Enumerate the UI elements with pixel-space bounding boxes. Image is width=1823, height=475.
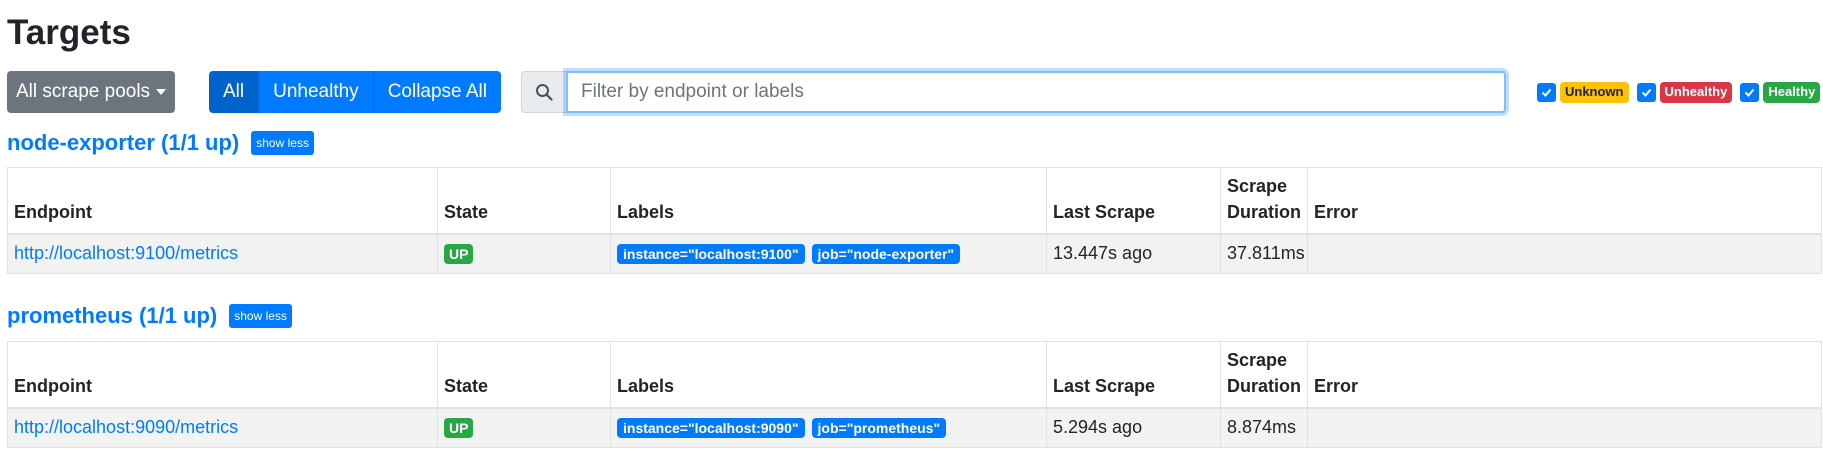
search-group xyxy=(521,71,1506,113)
endpoint-link[interactable]: http://localhost:9100/metrics xyxy=(14,243,238,263)
state-cell: UP xyxy=(437,233,611,274)
label-badge: job="node-exporter" xyxy=(811,244,961,265)
label-badge: instance="localhost:9100" xyxy=(617,244,805,265)
health-filters: Unknown Unhealthy Healthy xyxy=(1537,82,1823,103)
endpoint-cell: http://localhost:9090/metrics xyxy=(7,407,438,448)
labels-cell: instance="localhost:9090" job="prometheu… xyxy=(610,407,1047,448)
show-less-button[interactable]: show less xyxy=(229,304,292,328)
pool-header: node-exporter (1/1 up) show less xyxy=(7,125,1822,161)
unhealthy-badge: Unhealthy xyxy=(1659,82,1733,103)
show-unhealthy-button[interactable]: Unhealthy xyxy=(259,71,374,113)
filter-button-group: All Unhealthy Collapse All xyxy=(209,71,501,113)
search-input[interactable] xyxy=(566,71,1506,113)
state-badge: UP xyxy=(444,244,474,265)
caret-down-icon xyxy=(156,89,167,95)
collapse-all-button[interactable]: Collapse All xyxy=(373,71,501,113)
label-badge: instance="localhost:9090" xyxy=(617,418,805,439)
col-last-scrape: Last Scrape xyxy=(1046,167,1221,235)
col-scrape-duration: Scrape Duration xyxy=(1220,167,1308,235)
search-icon xyxy=(521,71,566,113)
col-state: State xyxy=(437,167,611,235)
show-less-button[interactable]: show less xyxy=(251,131,314,155)
label-badge: job="prometheus" xyxy=(811,418,947,439)
error-cell xyxy=(1307,407,1822,448)
healthy-badge: Healthy xyxy=(1763,82,1821,103)
col-last-scrape: Last Scrape xyxy=(1046,341,1221,409)
labels-cell: instance="localhost:9100" job="node-expo… xyxy=(610,233,1047,274)
last-scrape-cell: 5.294s ago xyxy=(1046,407,1221,448)
col-labels: Labels xyxy=(610,341,1047,409)
pool-title-link[interactable]: node-exporter (1/1 up) xyxy=(7,130,239,156)
col-duration-line2: Duration xyxy=(1227,376,1301,397)
duration-cell: 37.811ms xyxy=(1220,233,1308,274)
scrape-pools-dropdown[interactable]: All scrape pools xyxy=(7,71,175,113)
table-row: http://localhost:9100/metrics UP instanc… xyxy=(7,233,1822,274)
col-endpoint: Endpoint xyxy=(7,341,438,409)
pool-header: prometheus (1/1 up) show less xyxy=(7,298,1822,334)
unknown-badge: Unknown xyxy=(1560,82,1629,103)
error-cell xyxy=(1307,233,1822,274)
unhealthy-checkbox[interactable] xyxy=(1636,82,1656,102)
col-duration-line1: Scrape xyxy=(1227,350,1288,371)
show-all-button[interactable]: All xyxy=(209,71,260,113)
col-state: State xyxy=(437,341,611,409)
col-duration-line1: Scrape xyxy=(1227,176,1288,197)
targets-table: Endpoint State Labels Last Scrape Scrape… xyxy=(7,167,1822,274)
endpoint-link[interactable]: http://localhost:9090/metrics xyxy=(14,417,238,437)
scrape-pool-prometheus: prometheus (1/1 up) show less Endpoint S… xyxy=(7,298,1822,448)
check-icon xyxy=(1541,88,1552,97)
duration-cell: 8.874ms xyxy=(1220,407,1308,448)
col-error: Error xyxy=(1307,341,1822,409)
col-labels: Labels xyxy=(610,167,1047,235)
pool-title-link[interactable]: prometheus (1/1 up) xyxy=(7,303,217,329)
toolbar: All scrape pools All Unhealthy Collapse … xyxy=(7,71,1822,113)
state-cell: UP xyxy=(437,407,611,448)
endpoint-cell: http://localhost:9100/metrics xyxy=(7,233,438,274)
check-icon xyxy=(1745,88,1755,97)
page-title: Targets xyxy=(7,13,131,52)
col-endpoint: Endpoint xyxy=(7,167,438,235)
col-error: Error xyxy=(1307,167,1822,235)
table-row: http://localhost:9090/metrics UP instanc… xyxy=(7,407,1822,448)
healthy-checkbox[interactable] xyxy=(1740,82,1760,102)
scrape-pools-label: All scrape pools xyxy=(15,81,151,102)
check-icon xyxy=(1641,88,1651,97)
scrape-pool-node-exporter: node-exporter (1/1 up) show less Endpoin… xyxy=(7,125,1822,274)
col-scrape-duration: Scrape Duration xyxy=(1220,341,1308,409)
state-badge: UP xyxy=(444,418,474,439)
col-duration-line2: Duration xyxy=(1227,202,1301,223)
last-scrape-cell: 13.447s ago xyxy=(1046,233,1221,274)
unknown-checkbox[interactable] xyxy=(1537,82,1556,102)
targets-table: Endpoint State Labels Last Scrape Scrape… xyxy=(7,341,1822,448)
